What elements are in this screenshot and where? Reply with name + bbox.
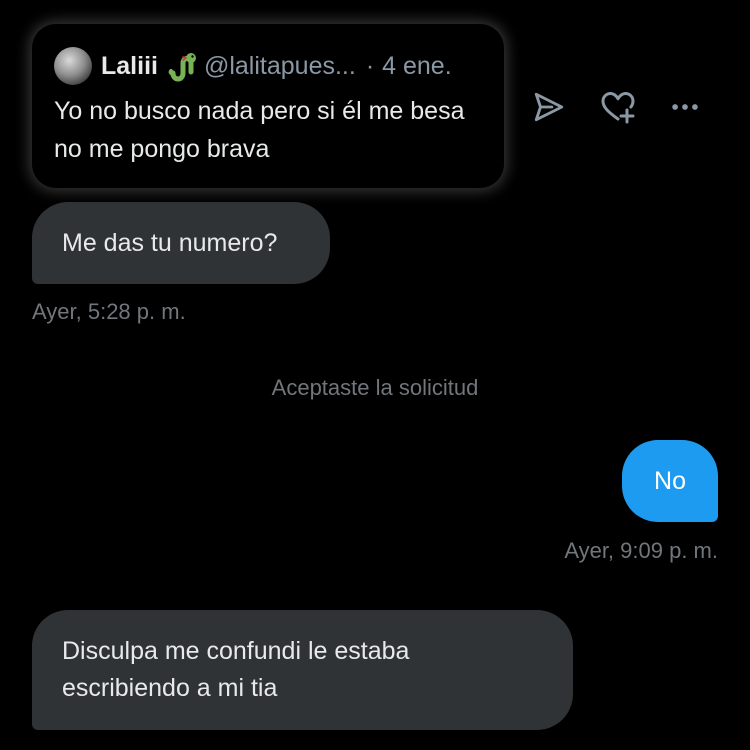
message-timestamp: Ayer, 9:09 p. m. xyxy=(564,538,718,563)
tweet-header: Laliii @lalitapues... · 4 ene. xyxy=(54,46,482,86)
dm-conversation: Laliii @lalitapues... · 4 ene. Yo no bus… xyxy=(0,0,750,750)
request-accepted-note: Aceptaste la solicitud xyxy=(271,375,479,400)
incoming-message-bubble[interactable]: Me das tu numero? xyxy=(32,202,330,284)
quoted-tweet-card[interactable]: Laliii @lalitapues... · 4 ene. Yo no bus… xyxy=(32,24,504,188)
avatar[interactable] xyxy=(54,47,92,85)
message-text: No xyxy=(654,466,686,495)
more-icon[interactable] xyxy=(666,88,704,126)
tweet-author-name[interactable]: Laliii xyxy=(101,52,158,81)
message-timestamp: Ayer, 5:28 p. m. xyxy=(32,299,186,324)
tweet-date[interactable]: 4 ene. xyxy=(382,52,452,81)
separator-dot: · xyxy=(365,51,375,80)
send-icon[interactable] xyxy=(530,88,568,126)
heart-plus-icon[interactable] xyxy=(599,88,637,126)
outgoing-message-bubble[interactable]: No xyxy=(622,440,718,522)
tweet-text: Yo no busco nada pero si él me besa no m… xyxy=(54,97,465,163)
message-text: Me das tu numero? xyxy=(62,228,278,257)
snake-icon xyxy=(166,50,198,82)
tweet-author-handle[interactable]: @lalitapues... xyxy=(204,52,356,81)
incoming-message-bubble[interactable]: Disculpa me confundi le estaba escribien… xyxy=(32,610,573,730)
message-text: Disculpa me confundi le estaba escribien… xyxy=(62,637,410,702)
